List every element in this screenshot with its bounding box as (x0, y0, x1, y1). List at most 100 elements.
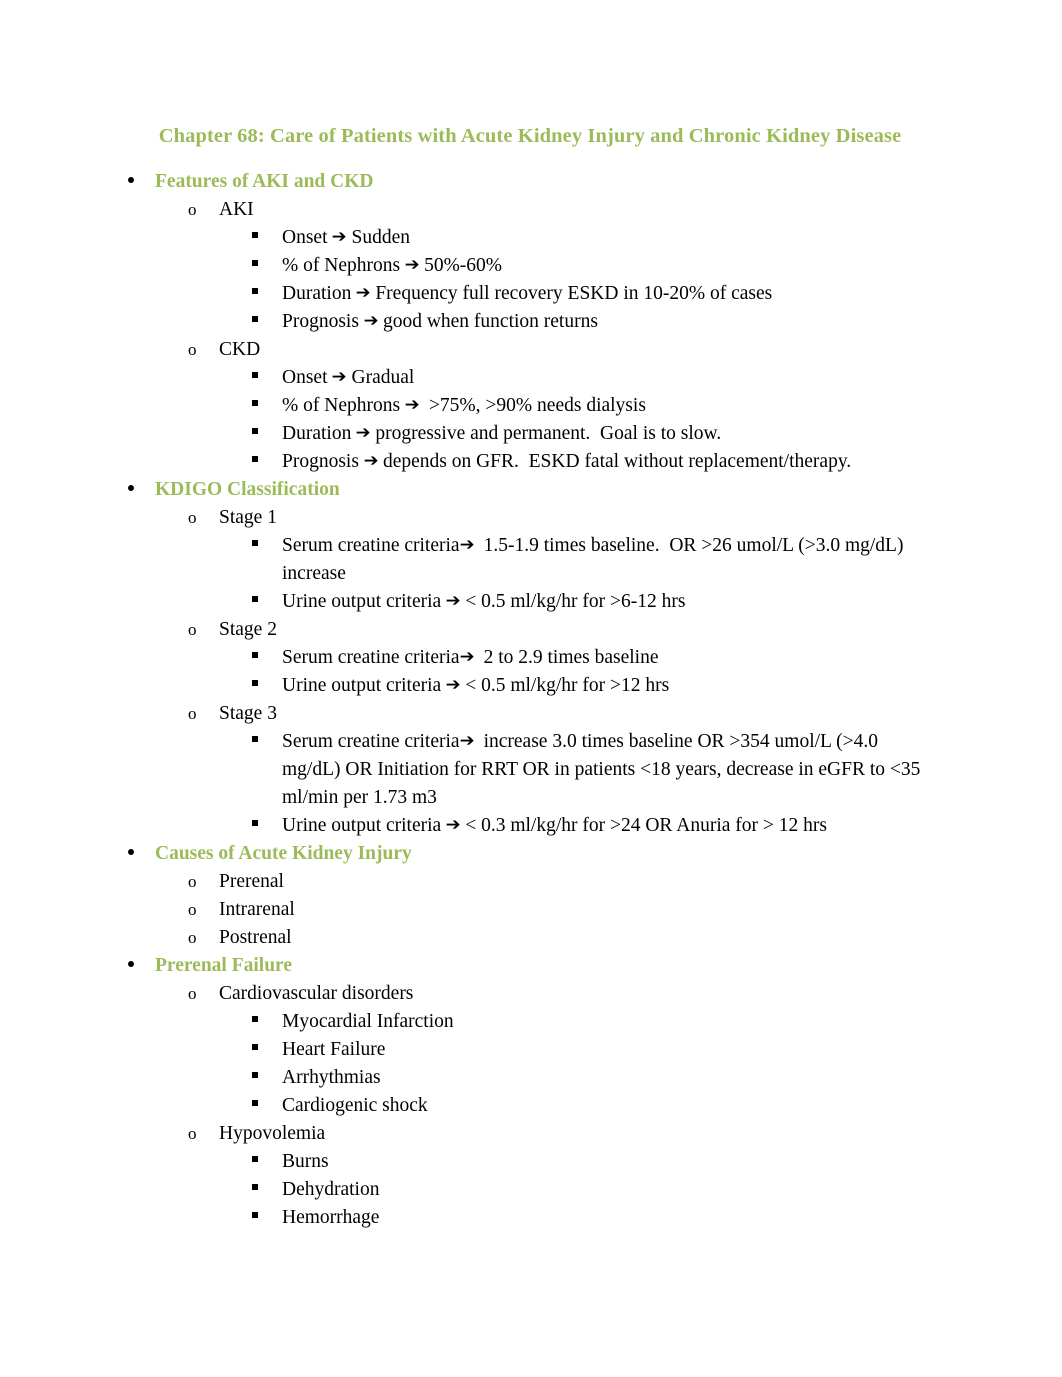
outline-item-label: Arrhythmias (282, 1067, 381, 1088)
square-bullet-glyph (252, 428, 258, 434)
square-bullet-glyph (252, 736, 258, 742)
outline-item-label: Serum creatine criteria➔ 2 to 2.9 times … (282, 647, 659, 668)
outline-item-value: Sudden (346, 227, 411, 248)
outline-item-value: 1.5-1.9 times baseline. OR >26 umol/L (>… (282, 535, 909, 584)
square-bullet-icon (252, 420, 268, 448)
o-bullet-icon: o (188, 1124, 197, 1143)
outline-item-level-3: Myocardial Infarction (0, 1008, 1062, 1036)
outline-item-label: Heart Failure (282, 1039, 386, 1060)
outline-item-label: Prerenal (219, 871, 284, 892)
square-bullet-glyph (252, 680, 258, 686)
outline-item-level-1: Causes of Acute Kidney Injury (0, 840, 1062, 868)
o-bullet-icon: o (188, 340, 197, 359)
outline-item-label: Hypovolemia (219, 1123, 326, 1144)
outline-item-level-3: Arrhythmias (0, 1064, 1062, 1092)
outline-item-value: 2 to 2.9 times baseline (473, 647, 659, 668)
outline-item-level-3: Onset ➔ Sudden (0, 224, 1062, 252)
outline-item-label: KDIGO Classification (155, 479, 340, 500)
o-bullet-icon: o (188, 200, 197, 219)
outline-item-level-1: KDIGO Classification (0, 476, 1062, 504)
round-bullet-glyph (128, 849, 134, 855)
round-bullet-glyph (128, 177, 134, 183)
square-bullet-icon (252, 364, 268, 392)
outline-item-level-3: Heart Failure (0, 1036, 1062, 1064)
round-bullet-icon (128, 476, 148, 504)
square-bullet-icon (252, 1008, 268, 1036)
outline-item-label: Onset ➔ Sudden (282, 227, 410, 248)
outline-item-value: < 0.3 ml/kg/hr for >24 OR Anuria for > 1… (460, 815, 827, 836)
outline-item-label: Urine output criteria ➔ < 0.3 ml/kg/hr f… (282, 815, 827, 836)
outline-item-level-1: Prerenal Failure (0, 952, 1062, 980)
outline-item-level-3: Serum creatine criteria➔ increase 3.0 ti… (0, 728, 1062, 812)
outline-item-level-2: o Postrenal (0, 924, 1062, 952)
outline-item-value: progressive and permanent. Goal is to sl… (370, 423, 722, 444)
outline-item-label: Causes of Acute Kidney Injury (155, 843, 412, 864)
outline-item-label: Dehydration (282, 1179, 380, 1200)
outline-item-level-3: Cardiogenic shock (0, 1092, 1062, 1120)
square-bullet-icon (252, 644, 268, 672)
outline-item-value: increase 3.0 times baseline OR >354 umol… (282, 731, 926, 808)
outline-item-level-3: Serum creatine criteria➔ 2 to 2.9 times … (0, 644, 1062, 672)
outline-item-value: 50%-60% (419, 255, 503, 276)
square-bullet-icon (252, 280, 268, 308)
square-bullet-icon (252, 812, 268, 840)
outline-item-label: Hemorrhage (282, 1207, 380, 1228)
square-bullet-glyph (252, 232, 258, 238)
square-bullet-glyph (252, 1072, 258, 1078)
square-bullet-icon (252, 1036, 268, 1064)
outline-item-level-3: Burns (0, 1148, 1062, 1176)
outline-item-level-1: Features of AKI and CKD (0, 168, 1062, 196)
square-bullet-glyph (252, 596, 258, 602)
outline-item-level-2: o Cardiovascular disorders (0, 980, 1062, 1008)
outline-item-value: < 0.5 ml/kg/hr for >6-12 hrs (460, 591, 686, 612)
square-bullet-glyph (252, 652, 258, 658)
outline-item-label: Cardiovascular disorders (219, 983, 414, 1004)
square-bullet-glyph (252, 540, 258, 546)
square-bullet-glyph (252, 1044, 258, 1050)
outline-item-label: Onset ➔ Gradual (282, 367, 415, 388)
square-bullet-icon (252, 308, 268, 336)
outline-item-label: Urine output criteria ➔ < 0.5 ml/kg/hr f… (282, 675, 670, 696)
outline-item-level-3: Onset ➔ Gradual (0, 364, 1062, 392)
square-bullet-icon (252, 588, 268, 616)
square-bullet-icon (252, 392, 268, 420)
outline-item-level-3: % of Nephrons ➔ 50%-60% (0, 252, 1062, 280)
square-bullet-glyph (252, 456, 258, 462)
outline-item-level-3: Dehydration (0, 1176, 1062, 1204)
outline-item-level-3: Urine output criteria ➔ < 0.5 ml/kg/hr f… (0, 672, 1062, 700)
square-bullet-icon (252, 728, 268, 756)
o-bullet-icon: o (188, 928, 197, 947)
outline-item-label: Prerenal Failure (155, 955, 293, 976)
outline-item-value: good when function returns (378, 311, 598, 332)
outline-item-label: Serum creatine criteria➔ increase 3.0 ti… (282, 731, 926, 808)
square-bullet-glyph (252, 400, 258, 406)
outline-item-label: CKD (219, 339, 261, 360)
square-bullet-glyph (252, 1156, 258, 1162)
outline-item-label: AKI (219, 199, 254, 220)
square-bullet-glyph (252, 288, 258, 294)
square-bullet-icon (252, 1148, 268, 1176)
outline-item-level-2: o Intrarenal (0, 896, 1062, 924)
outline-item-label: Cardiogenic shock (282, 1095, 428, 1116)
outline-item-level-2: o Stage 1 (0, 504, 1062, 532)
outline-item-level-3: Prognosis ➔ depends on GFR. ESKD fatal w… (0, 448, 1062, 476)
round-bullet-icon (128, 168, 148, 196)
outline-item-label: Stage 3 (219, 703, 277, 724)
outline-item-label: Stage 1 (219, 507, 277, 528)
outline-item-value: Gradual (346, 367, 415, 388)
document-page: Chapter 68: Care of Patients with Acute … (0, 0, 1062, 1377)
outline-item-level-3: Hemorrhage (0, 1204, 1062, 1232)
outline-item-label: % of Nephrons ➔ 50%-60% (282, 255, 503, 276)
outline-item-level-3: Urine output criteria ➔ < 0.3 ml/kg/hr f… (0, 812, 1062, 840)
square-bullet-icon (252, 532, 268, 560)
outline-item-label: Myocardial Infarction (282, 1011, 454, 1032)
outline-item-level-2: o CKD (0, 336, 1062, 364)
outline-item-label: % of Nephrons ➔ >75%, >90% needs dialysi… (282, 395, 646, 416)
outline-item-level-3: Serum creatine criteria➔ 1.5-1.9 times b… (0, 532, 1062, 588)
outline-item-label: Features of AKI and CKD (155, 171, 374, 192)
round-bullet-glyph (128, 961, 134, 967)
o-bullet-icon: o (188, 704, 197, 723)
outline-list: Features of AKI and CKD o AKI Onset ➔ Sudde… (0, 168, 1062, 1232)
square-bullet-icon (252, 1176, 268, 1204)
o-bullet-icon: o (188, 900, 197, 919)
